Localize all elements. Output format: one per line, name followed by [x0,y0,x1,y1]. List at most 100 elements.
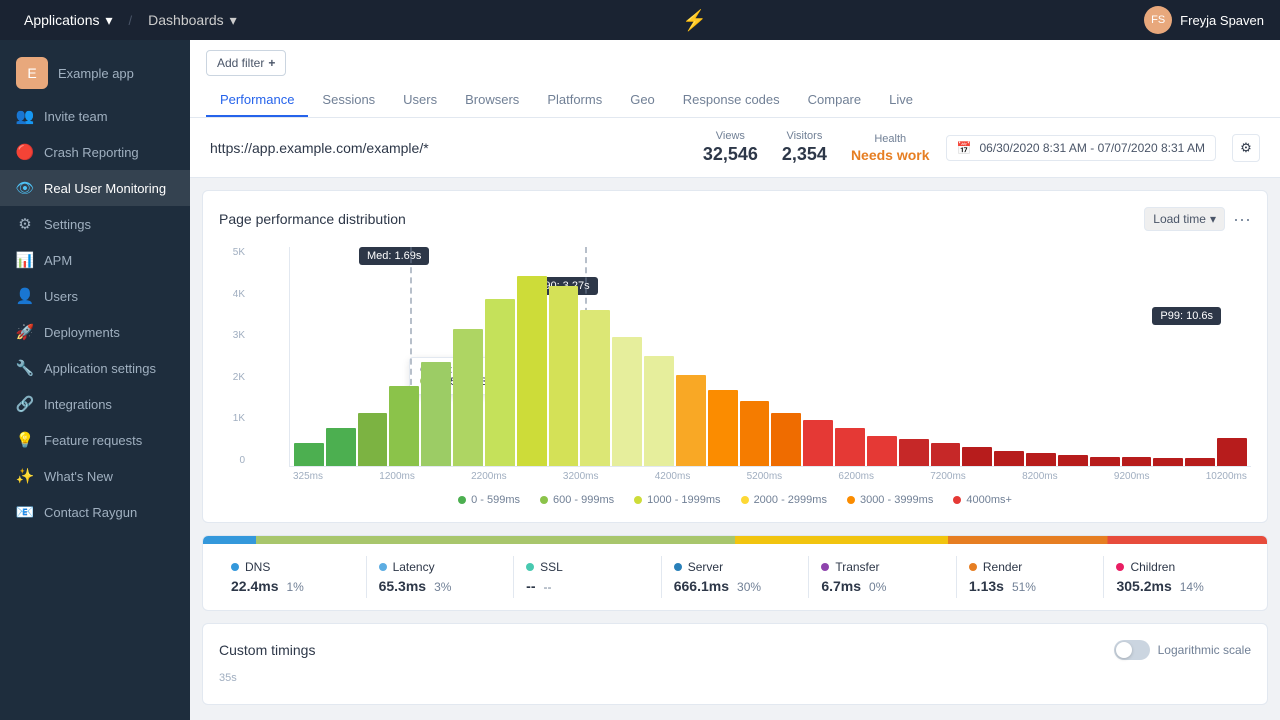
ssl-name: SSL [540,560,563,574]
visitors-stat: Visitors 2,354 [782,130,827,165]
legend-item-3000-3999: 3000 - 3999ms [847,494,933,506]
histogram-bar-25[interactable] [1090,457,1120,467]
load-time-selector[interactable]: Load time ▾ [1144,207,1225,231]
sidebar-item-whats-new[interactable]: ✨ What's New [0,458,190,494]
date-filter-button[interactable]: 📅 06/30/2020 8:31 AM - 07/07/2020 8:31 A… [946,135,1216,161]
tab-users[interactable]: Users [389,84,451,117]
histogram-bar-21[interactable] [962,447,992,466]
histogram-bar-5[interactable] [453,329,483,466]
ssl-metric: SSL -- -- [514,556,662,598]
sidebar-item-application-settings[interactable]: 🔧 Application settings [0,350,190,386]
sidebar-item-example-app[interactable]: E Example app [0,48,190,98]
dashboards-label: Dashboards [148,12,224,28]
render-pct: 51% [1012,580,1036,594]
histogram-bar-3[interactable] [389,386,419,466]
histogram-bar-26[interactable] [1122,457,1152,467]
children-time: 305.2ms [1116,578,1171,594]
x-label-3200: 3200ms [563,471,599,482]
histogram-bar-10[interactable] [612,337,642,466]
health-value: Needs work [851,147,930,163]
chart-legend: 0 - 599ms 600 - 999ms 1000 - 1999ms 2000… [219,494,1251,506]
histogram-bar-12[interactable] [676,375,706,466]
avatar: FS [1144,6,1172,34]
server-metric: Server 666.1ms 30% [662,556,810,598]
chart-title: Page performance distribution [219,211,406,227]
log-scale-toggle[interactable] [1114,640,1150,660]
histogram-bar-1[interactable] [326,428,356,466]
users-icon: 👤 [16,287,34,305]
histogram-bar-17[interactable] [835,428,865,466]
histogram-bar-13[interactable] [708,390,738,466]
histogram-bar-0[interactable] [294,443,324,466]
perf-metrics-row: DNS 22.4ms 1% Latency 65.3ms 3% [203,544,1267,610]
histogram-bar-14[interactable] [740,401,770,466]
histogram-bar-11[interactable] [644,356,674,466]
sidebar-item-deployments[interactable]: 🚀 Deployments [0,314,190,350]
histogram: 5K 4K 3K 2K 1K 0 Med: 1.69s P90: 3.27s P… [219,247,1251,506]
histogram-bar-7[interactable] [517,276,547,466]
user-menu[interactable]: FS Freyja Spaven [1144,6,1264,34]
tab-browsers[interactable]: Browsers [451,84,533,117]
sidebar-item-contact[interactable]: 📧 Contact Raygun [0,494,190,530]
sidebar-item-integrations[interactable]: 🔗 Integrations [0,386,190,422]
histogram-bar-19[interactable] [899,439,929,466]
histogram-bar-20[interactable] [931,443,961,466]
histogram-bar-6[interactable] [485,299,515,466]
sidebar-item-invite-team[interactable]: 👥 Invite team [0,98,190,134]
perf-gradient-bar [203,536,1267,544]
tab-geo[interactable]: Geo [616,84,669,117]
histogram-bar-16[interactable] [803,420,833,466]
url-bar: https://app.example.com/example/* Views … [190,118,1280,178]
histogram-bar-2[interactable] [358,413,388,466]
feature-icon: 💡 [16,431,34,449]
histogram-bar-29[interactable] [1217,438,1247,467]
transfer-name: Transfer [835,560,879,574]
histogram-bar-24[interactable] [1058,455,1088,466]
histogram-bar-28[interactable] [1185,458,1215,466]
tab-live[interactable]: Live [875,84,927,117]
crash-icon: 🔴 [16,143,34,161]
app-settings-icon: 🔧 [16,359,34,377]
applications-menu[interactable]: Applications ▾ [16,8,121,33]
server-name: Server [688,560,723,574]
tab-compare[interactable]: Compare [794,84,875,117]
sidebar-item-settings[interactable]: ⚙ Settings [0,206,190,242]
sidebar-item-label: Invite team [44,109,108,124]
server-pct: 30% [737,580,761,594]
sidebar-item-apm[interactable]: 📊 APM [0,242,190,278]
integrations-icon: 🔗 [16,395,34,413]
legend-item-1000-1999: 1000 - 1999ms [634,494,720,506]
histogram-bar-23[interactable] [1026,453,1056,466]
histogram-bar-4[interactable] [421,362,451,467]
app-icon: E [16,57,48,89]
add-filter-button[interactable]: Add filter + [206,50,286,76]
dropdown-arrow: ▾ [1210,212,1216,226]
tab-performance[interactable]: Performance [206,84,308,117]
more-options-button[interactable]: ··· [1233,209,1251,230]
histogram-bar-8[interactable] [549,286,579,467]
sidebar-item-rum[interactable]: 👁 Real User Monitoring [0,170,190,206]
x-label-7200: 7200ms [930,471,966,482]
performance-chart-section: Page performance distribution Load time … [202,190,1268,523]
histogram-bar-22[interactable] [994,451,1024,466]
histogram-bar-27[interactable] [1153,458,1183,466]
tab-response-codes[interactable]: Response codes [669,84,794,117]
sidebar-item-label: Feature requests [44,433,142,448]
sidebar-item-crash-reporting[interactable]: 🔴 Crash Reporting [0,134,190,170]
histogram-bar-15[interactable] [771,413,801,466]
dashboards-menu[interactable]: Dashboards ▾ [140,8,245,33]
tab-sessions[interactable]: Sessions [308,84,389,117]
settings-button[interactable]: ⚙ [1232,134,1260,162]
tab-platforms[interactable]: Platforms [533,84,616,117]
legend-item-4000plus: 4000ms+ [953,494,1012,506]
dns-time: 22.4ms [231,578,278,594]
invite-icon: 👥 [16,107,34,125]
settings-gear-icon: ⚙ [1240,140,1252,156]
histogram-bar-9[interactable] [580,310,610,466]
histogram-bar-18[interactable] [867,436,897,466]
sidebar-item-label: What's New [44,469,113,484]
sidebar-item-users[interactable]: 👤 Users [0,278,190,314]
sidebar-item-feature-requests[interactable]: 💡 Feature requests [0,422,190,458]
ssl-time: -- [526,578,535,594]
transfer-pct: 0% [869,580,886,594]
